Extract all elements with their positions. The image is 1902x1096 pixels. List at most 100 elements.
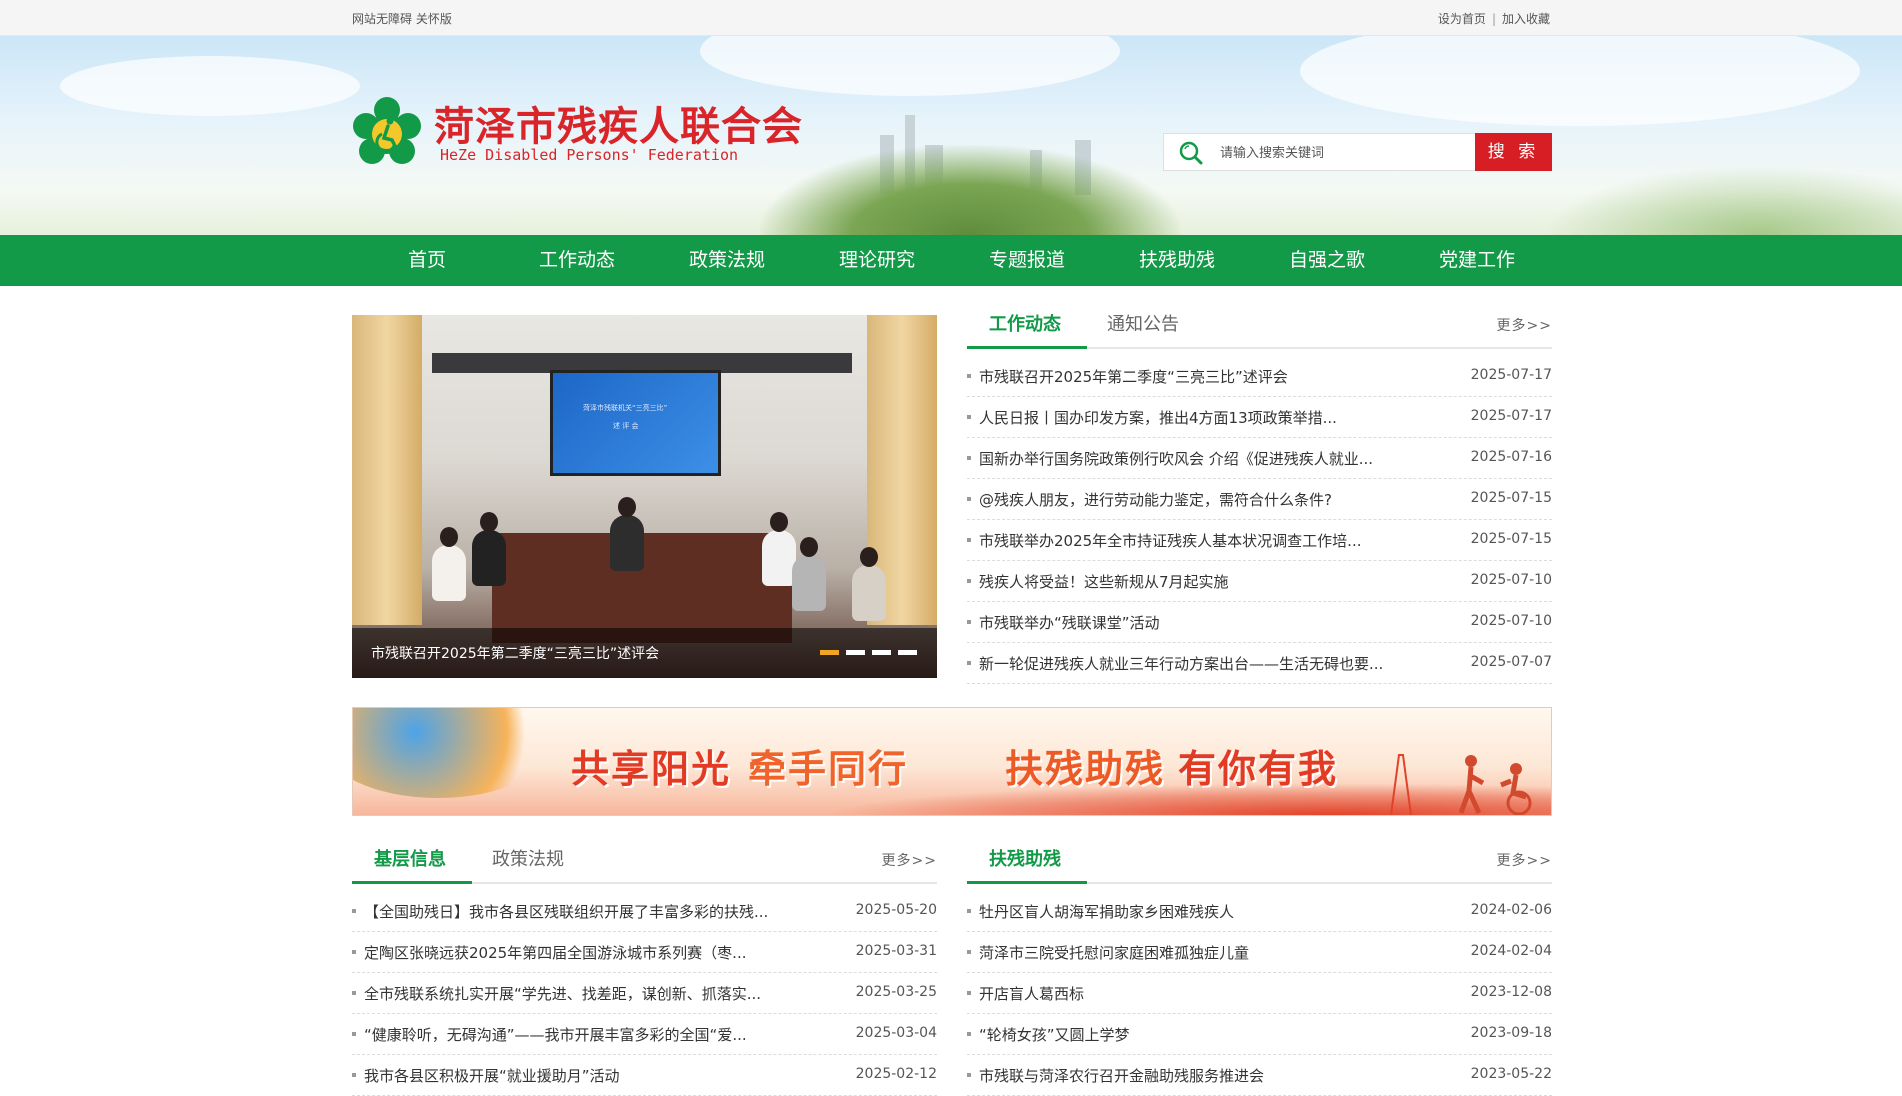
list-item-title[interactable]: 残疾人将受益！这些新规从7月起实施: [979, 571, 1449, 592]
list-item[interactable]: 新一轮促进残疾人就业三年行动方案出台——生活无碍也要... 2025-07-07: [967, 643, 1552, 684]
list-item-title[interactable]: 开店盲人葛西标: [979, 983, 1449, 1004]
slider-dot-3[interactable]: [872, 650, 891, 655]
list-item-title[interactable]: 菏泽市三院受托慰问家庭困难孤独症儿童: [979, 942, 1449, 963]
tab-notices[interactable]: 通知公告: [1107, 310, 1179, 336]
nav-item-theory[interactable]: 理论研究: [802, 235, 952, 286]
list-item-date: 2023-12-08: [1470, 984, 1552, 1000]
list-item-date: 2024-02-04: [1470, 943, 1552, 959]
list-item-date: 2025-07-15: [1470, 531, 1552, 547]
list-item-date: 2025-07-07: [1470, 654, 1552, 670]
list-item-title[interactable]: 市残联举办“残联课堂”活动: [979, 612, 1449, 633]
list-item-title[interactable]: 新一轮促进残疾人就业三年行动方案出台——生活无碍也要...: [979, 653, 1449, 674]
list-item[interactable]: 人民日报丨国办印发方案，推出4方面13项政策举措... 2025-07-17: [967, 397, 1552, 438]
more-link[interactable]: 更多>>: [882, 850, 937, 870]
nav-item-assistance[interactable]: 扶残助残: [1102, 235, 1252, 286]
slider-dot-2[interactable]: [846, 650, 865, 655]
list-item-date: 2024-02-06: [1470, 902, 1552, 918]
list-item-date: 2025-07-15: [1470, 490, 1552, 506]
list-item-title[interactable]: 市残联举办2025年全市持证残疾人基本状况调查工作培...: [979, 530, 1449, 551]
nav-item-special-reports[interactable]: 专题报道: [952, 235, 1102, 286]
list-item[interactable]: 市残联与菏泽农行召开金融助残服务推进会 2023-05-22: [967, 1055, 1552, 1096]
nav-item-policies[interactable]: 政策法规: [652, 235, 802, 286]
set-homepage-link[interactable]: 设为首页: [1438, 12, 1486, 26]
slider-dot-4[interactable]: [898, 650, 917, 655]
list-item-title[interactable]: 市残联与菏泽农行召开金融助残服务推进会: [979, 1065, 1449, 1086]
list-item[interactable]: 【全国助残日】我市各县区残联组织开展了丰富多彩的扶残... 2025-05-20: [352, 891, 937, 932]
list-item[interactable]: 市残联举办“残联课堂”活动 2025-07-10: [967, 602, 1552, 643]
add-favorite-link[interactable]: 加入收藏: [1502, 12, 1550, 26]
list-item-title[interactable]: 定陶区张晓远获2025年第四届全国游泳城市系列赛（枣...: [364, 942, 834, 963]
nav-item-party-building[interactable]: 党建工作: [1402, 235, 1552, 286]
work-news-list: 市残联召开2025年第二季度“三亮三比”述评会 2025-07-17 人民日报丨国…: [967, 356, 1552, 684]
list-item-date: 2025-07-10: [1470, 572, 1552, 588]
work-news-panel: 工作动态 通知公告 更多>> 市残联召开2025年第二季度“三亮三比”述评会 20…: [967, 305, 1552, 684]
more-link[interactable]: 更多>>: [1497, 315, 1552, 335]
list-item[interactable]: 残疾人将受益！这些新规从7月起实施 2025-07-10: [967, 561, 1552, 602]
main-nav: 首页 工作动态 政策法规 理论研究 专题报道 扶残助残 自强之歌 党建工作: [0, 235, 1902, 286]
list-item[interactable]: @残疾人朋友，进行劳动能力鉴定，需符合什么条件? 2025-07-15: [967, 479, 1552, 520]
list-item[interactable]: “轮椅女孩”又圆上学梦 2023-09-18: [967, 1014, 1552, 1055]
list-item-date: 2025-07-10: [1470, 613, 1552, 629]
list-item[interactable]: 国新办举行国务院政策例行吹风会 介绍《促进残疾人就业... 2025-07-16: [967, 438, 1552, 479]
slider-caption-bar: 市残联召开2025年第二季度“三亮三比”述评会: [352, 628, 937, 678]
nav-item-work-news[interactable]: 工作动态: [502, 235, 652, 286]
list-item-date: 2025-07-17: [1470, 367, 1552, 383]
promo-banner[interactable]: 共享阳光 牵手同行 扶残助残 有你有我: [352, 707, 1552, 816]
accessibility-link[interactable]: 网站无障碍 关怀版: [352, 10, 452, 27]
list-item-title[interactable]: “健康聆听，无碍沟通”——我市开展丰富多彩的全国“爱...: [364, 1024, 834, 1045]
list-item-title[interactable]: 【全国助残日】我市各县区残联组织开展了丰富多彩的扶残...: [364, 901, 834, 922]
list-item-title[interactable]: 市残联召开2025年第二季度“三亮三比”述评会: [979, 366, 1449, 387]
list-item[interactable]: 开店盲人葛西标 2023-12-08: [967, 973, 1552, 1014]
list-item-date: 2023-09-18: [1470, 1025, 1552, 1041]
list-item[interactable]: 我市各县区积极开展“就业援助月”活动 2025-02-12: [352, 1055, 937, 1096]
federation-emblem-icon[interactable]: [352, 96, 422, 170]
list-item-date: 2025-07-16: [1470, 449, 1552, 465]
list-item[interactable]: 定陶区张晓远获2025年第四届全国游泳城市系列赛（枣... 2025-03-31: [352, 932, 937, 973]
screen-text-1: 菏泽市残联机关“三亮三比”: [583, 404, 668, 412]
tab-grassroots[interactable]: 基层信息: [374, 845, 446, 871]
active-tab-indicator: [967, 346, 1087, 349]
list-item[interactable]: 牡丹区盲人胡海军捐助家乡困难残疾人 2024-02-06: [967, 891, 1552, 932]
banner-text-1: 共享阳光: [571, 747, 732, 791]
search-button[interactable]: 搜 索: [1475, 133, 1552, 171]
slider-caption[interactable]: 市残联召开2025年第二季度“三亮三比”述评会: [371, 643, 659, 663]
list-item-title[interactable]: @残疾人朋友，进行劳动能力鉴定，需符合什么条件?: [979, 489, 1449, 510]
list-item-title[interactable]: 牡丹区盲人胡海军捐助家乡困难残疾人: [979, 901, 1449, 922]
tab-assistance[interactable]: 扶残助残: [989, 845, 1061, 871]
wheelchair-figure-icon: [1390, 754, 1532, 815]
grassroots-list: 【全国助残日】我市各县区残联组织开展了丰富多彩的扶残... 2025-05-20 …: [352, 891, 937, 1096]
grassroots-panel: 基层信息 政策法规 更多>> 【全国助残日】我市各县区残联组织开展了丰富多彩的扶…: [352, 840, 937, 1096]
list-item-date: 2025-05-20: [855, 902, 937, 918]
list-item[interactable]: 全市残联系统扎实开展“学先进、找差距，谋创新、抓落实... 2025-03-25: [352, 973, 937, 1014]
tab-policies[interactable]: 政策法规: [492, 845, 564, 871]
list-item-date: 2025-07-17: [1470, 408, 1552, 424]
news-slider[interactable]: 菏泽市残联机关“三亮三比” 述 评 会 市残联召开2025年第二季度“三亮三比”…: [352, 315, 937, 678]
screen-text-2: 述 评 会: [613, 422, 639, 430]
list-item-title[interactable]: 我市各县区积极开展“就业援助月”活动: [364, 1065, 834, 1086]
slider-dot-1[interactable]: [820, 650, 839, 655]
list-item-title[interactable]: 人民日报丨国办印发方案，推出4方面13项政策举措...: [979, 407, 1449, 428]
list-item[interactable]: 市残联举办2025年全市持证残疾人基本状况调查工作培... 2025-07-15: [967, 520, 1552, 561]
more-link[interactable]: 更多>>: [1497, 850, 1552, 870]
site-header: 菏泽市残疾人联合会 HeZe Disabled Persons' Federat…: [0, 36, 1902, 235]
list-item[interactable]: 菏泽市三院受托慰问家庭困难孤独症儿童 2024-02-04: [967, 932, 1552, 973]
list-item-title[interactable]: 国新办举行国务院政策例行吹风会 介绍《促进残疾人就业...: [979, 448, 1449, 469]
search-input[interactable]: [1218, 141, 1462, 165]
grassroots-tabs: 基层信息 政策法规 更多>>: [352, 840, 937, 884]
slider-dots: [813, 650, 917, 655]
active-tab-indicator: [967, 881, 1087, 884]
search-box: 搜 索: [1163, 133, 1552, 171]
site-title-cn[interactable]: 菏泽市残疾人联合会: [434, 94, 803, 152]
list-item-date: 2025-03-25: [855, 984, 937, 1000]
slider-screen-image: 菏泽市残联机关“三亮三比” 述 评 会: [550, 370, 721, 476]
top-link-separator: |: [1491, 12, 1496, 26]
list-item[interactable]: 市残联召开2025年第二季度“三亮三比”述评会 2025-07-17: [967, 356, 1552, 397]
site-title-en: HeZe Disabled Persons' Federation: [440, 146, 739, 164]
nav-item-self-reliance[interactable]: 自强之歌: [1252, 235, 1402, 286]
tab-work-news[interactable]: 工作动态: [989, 310, 1061, 336]
list-item-title[interactable]: “轮椅女孩”又圆上学梦: [979, 1024, 1449, 1045]
nav-item-home[interactable]: 首页: [352, 235, 502, 286]
top-right-links: 设为首页 | 加入收藏: [1438, 10, 1550, 27]
list-item[interactable]: “健康聆听，无碍沟通”——我市开展丰富多彩的全国“爱... 2025-03-04: [352, 1014, 937, 1055]
list-item-title[interactable]: 全市残联系统扎实开展“学先进、找差距，谋创新、抓落实...: [364, 983, 834, 1004]
